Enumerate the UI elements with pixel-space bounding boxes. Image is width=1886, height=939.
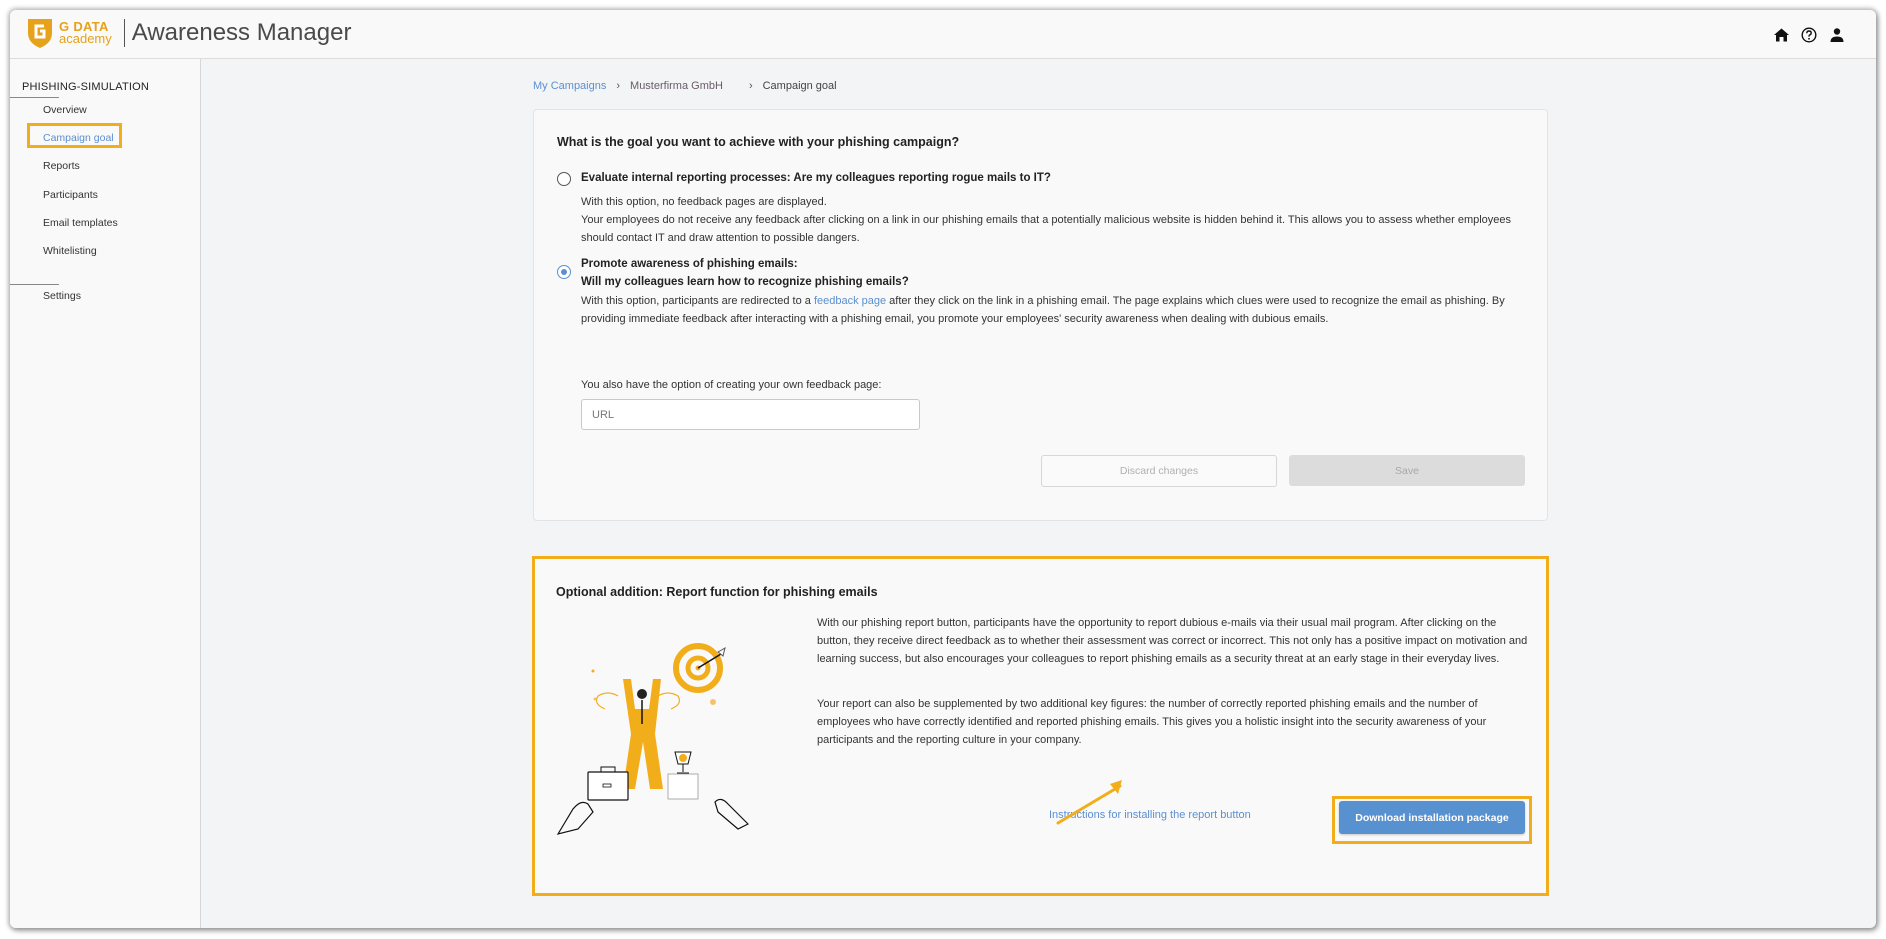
report-key-figures-description: Your report can also be supplemented by … xyxy=(817,698,1487,746)
breadcrumb-company[interactable]: Musterfirma GmbH xyxy=(630,80,723,92)
chevron-right-icon: › xyxy=(616,80,621,92)
sidebar-item-reports[interactable]: Reports xyxy=(43,160,80,172)
sidebar-divider xyxy=(10,97,59,98)
feedback-page-link[interactable]: feedback page xyxy=(814,295,886,307)
top-bar: G DATA academy Awareness Manager xyxy=(10,10,1876,59)
save-button[interactable]: Save xyxy=(1289,455,1525,486)
sidebar-section-title: PHISHING-SIMULATION xyxy=(22,81,150,93)
campaign-goal-card: What is the goal you want to achieve wit… xyxy=(533,109,1548,521)
home-icon[interactable] xyxy=(1772,26,1790,44)
shield-logo-icon xyxy=(28,19,52,48)
sidebar-item-overview[interactable]: Overview xyxy=(43,104,87,116)
report-function-description: With our phishing report button, partici… xyxy=(817,617,1528,665)
description-text: With this option, participants are redir… xyxy=(581,295,814,307)
chevron-right-icon: › xyxy=(748,80,753,92)
breadcrumb-current: Campaign goal xyxy=(762,80,837,92)
main-content: My Campaigns › Musterfirma GmbH › Campai… xyxy=(202,59,1876,928)
option-evaluate-reporting-radio[interactable] xyxy=(557,172,571,186)
option-evaluate-reporting-line1: With this option, no feedback pages are … xyxy=(581,196,827,208)
option-promote-awareness-description: With this option, participants are redir… xyxy=(581,292,1521,328)
logo-subbrand: academy xyxy=(59,31,112,46)
breadcrumb: My Campaigns › Musterfirma GmbH › Campai… xyxy=(533,80,837,92)
annotation-arrow-icon xyxy=(1056,780,1122,825)
celebration-illustration xyxy=(556,643,750,835)
report-function-card: Optional addition: Report function for p… xyxy=(532,556,1549,896)
discard-changes-button[interactable]: Discard changes xyxy=(1041,455,1277,487)
sidebar-item-whitelisting[interactable]: Whitelisting xyxy=(43,245,97,257)
sidebar-item-settings[interactable]: Settings xyxy=(43,290,81,302)
logo-text: G DATA academy xyxy=(59,20,112,46)
sidebar-item-email-templates[interactable]: Email templates xyxy=(43,217,118,229)
download-installation-package-button[interactable]: Download installation package xyxy=(1339,801,1525,834)
breadcrumb-my-campaigns[interactable]: My Campaigns xyxy=(533,80,606,92)
option-evaluate-reporting-description: Your employees do not receive any feedba… xyxy=(581,214,1512,244)
custom-feedback-label: You also have the option of creating you… xyxy=(581,379,882,391)
logo[interactable]: G DATA academy Awareness Manager xyxy=(27,17,351,49)
help-icon[interactable] xyxy=(1800,26,1818,44)
feedback-url-input[interactable] xyxy=(581,399,920,430)
header-actions xyxy=(1772,26,1846,44)
sidebar-divider xyxy=(10,284,59,285)
sidebar-item-participants[interactable]: Participants xyxy=(43,189,98,201)
option-evaluate-reporting-title[interactable]: Evaluate internal reporting processes: A… xyxy=(581,172,1051,184)
logo-divider xyxy=(123,19,125,47)
sidebar: PHISHING-SIMULATION Overview Campaign go… xyxy=(10,59,201,928)
app-window: G DATA academy Awareness Manager PHISHIN… xyxy=(10,10,1876,928)
annotation-highlight-box xyxy=(27,123,122,148)
user-icon[interactable] xyxy=(1828,26,1846,44)
option-promote-awareness-title[interactable]: Promote awareness of phishing emails: xyxy=(581,258,798,270)
report-function-title: Optional addition: Report function for p… xyxy=(556,585,878,599)
option-promote-awareness-radio[interactable] xyxy=(557,265,571,279)
goal-question: What is the goal you want to achieve wit… xyxy=(557,135,960,149)
option-promote-awareness-subtitle[interactable]: Will my colleagues learn how to recogniz… xyxy=(581,276,909,288)
app-title: Awareness Manager xyxy=(131,19,352,46)
